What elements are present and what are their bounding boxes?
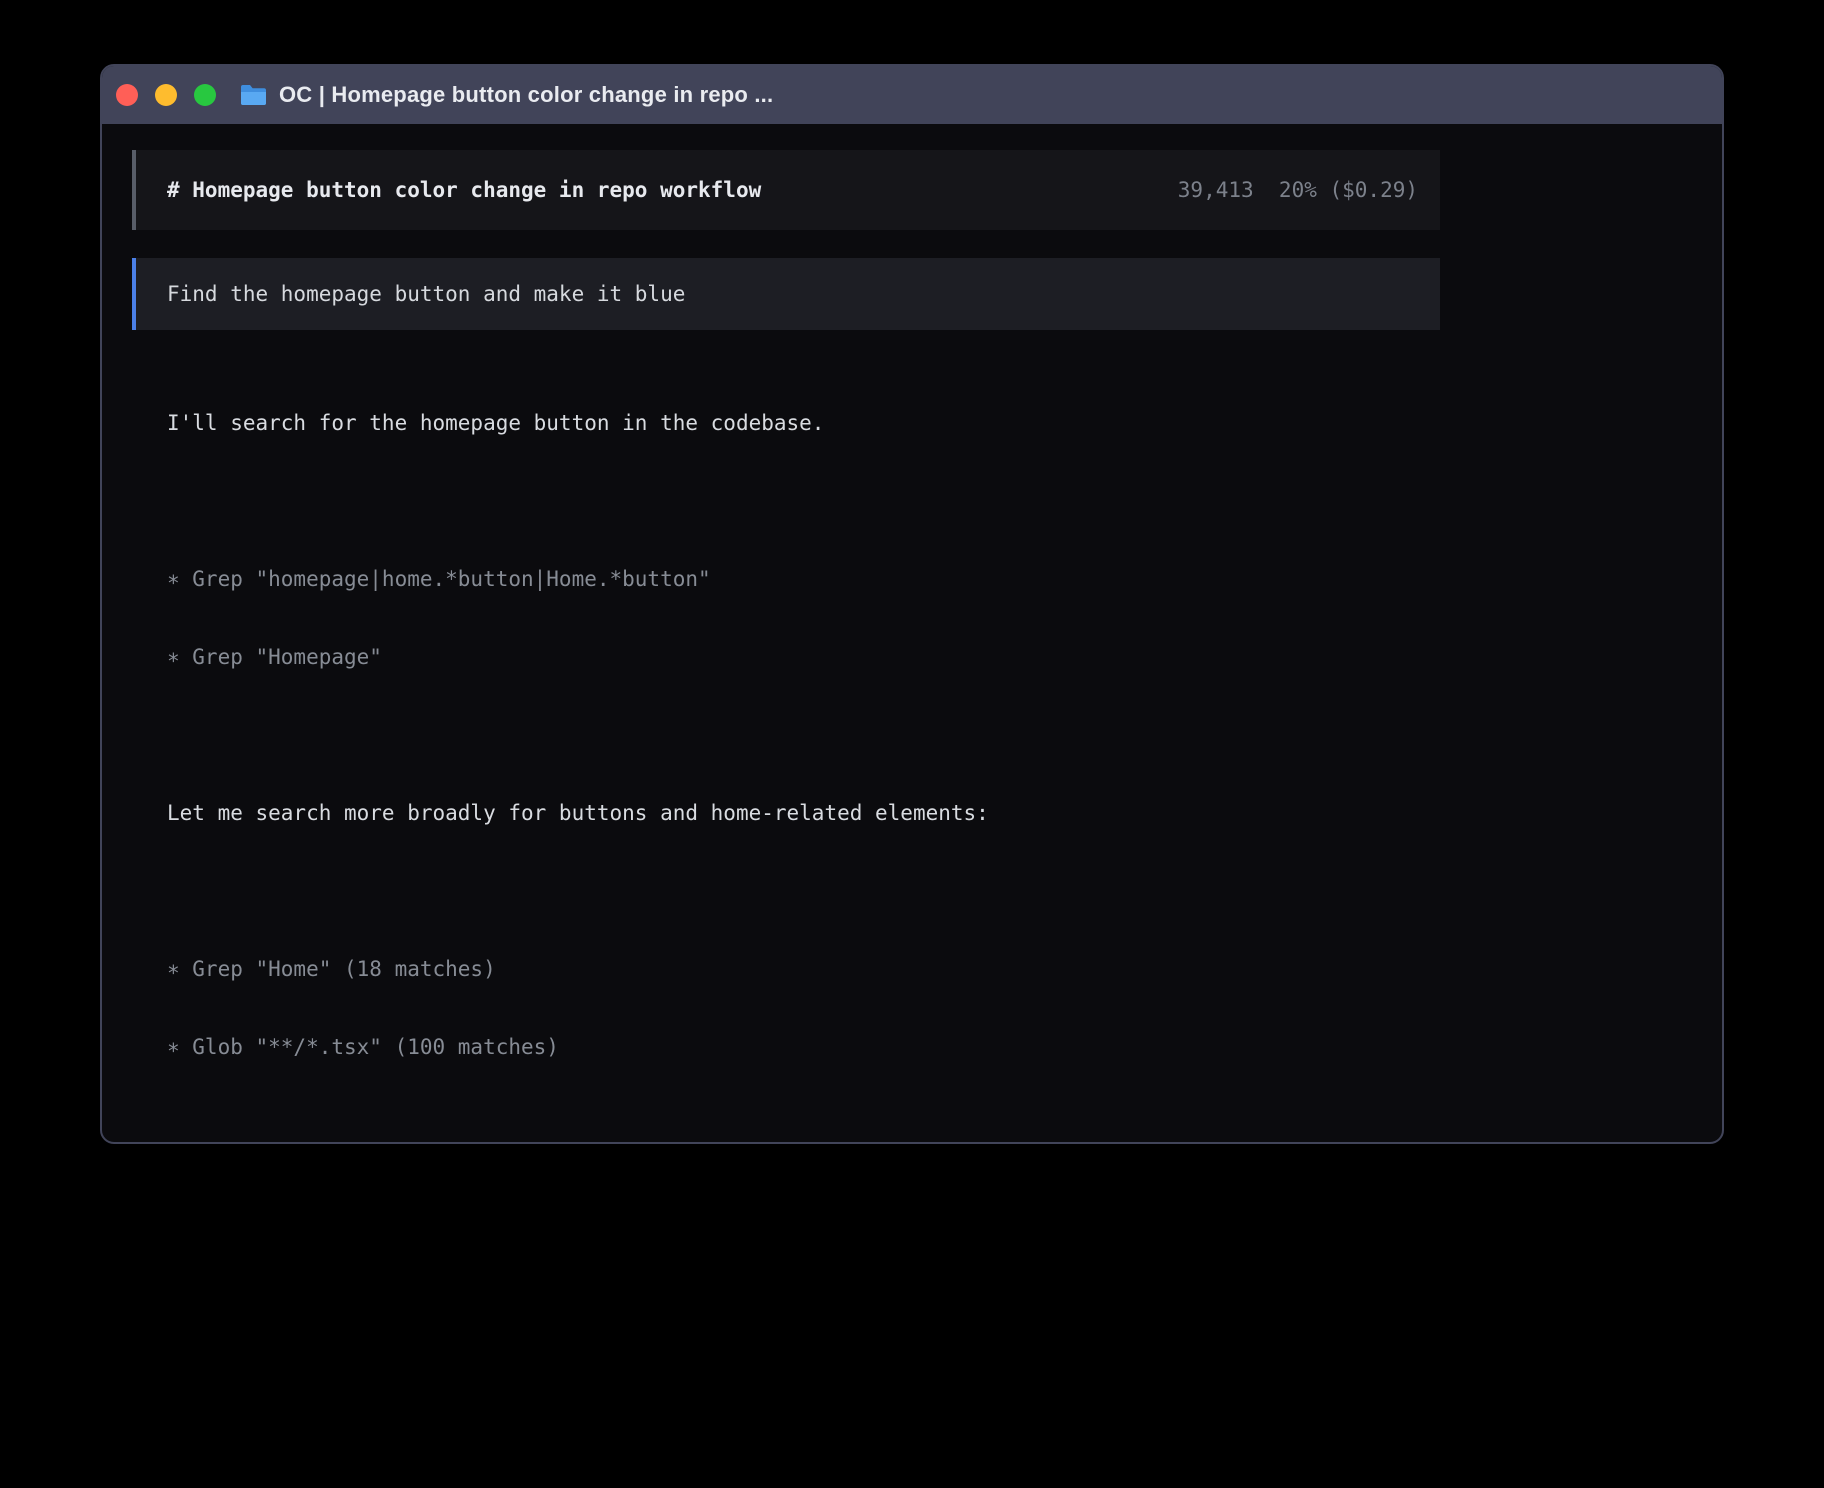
minimize-button[interactable] <box>155 84 177 106</box>
terminal-window: OC | Homepage button color change in rep… <box>100 64 1724 1144</box>
close-button[interactable] <box>116 84 138 106</box>
assistant-text-line: Let me search more broadly for buttons a… <box>167 800 1440 826</box>
zoom-button[interactable] <box>194 84 216 106</box>
tool-call-grep: ∗ Grep "Homepage" <box>167 644 1440 670</box>
tool-call-glob: ∗ Glob "**/*.tsx" (100 matches) <box>167 1034 1440 1060</box>
blank-line <box>167 878 1440 904</box>
user-message: Find the homepage button and make it blu… <box>132 258 1440 330</box>
assistant-text-line: I'll search for the homepage button in t… <box>167 410 1440 436</box>
folder-icon <box>240 84 267 106</box>
user-message-text: Find the homepage button and make it blu… <box>167 281 685 307</box>
session-token-stats: 39,413 20% ($0.29) <box>1178 177 1418 203</box>
blank-line <box>167 1112 1440 1138</box>
assistant-output: I'll search for the homepage button in t… <box>132 358 1440 1144</box>
traffic-lights <box>102 84 216 106</box>
tool-call-grep: ∗ Grep "Home" (18 matches) <box>167 956 1440 982</box>
blank-line <box>167 722 1440 748</box>
desktop: { "window": { "title": "OC | Homepage bu… <box>0 0 1824 1488</box>
tool-call-grep: ∗ Grep "homepage|home.*button|Home.*butt… <box>167 566 1440 592</box>
terminal-content[interactable]: # Homepage button color change in repo w… <box>102 150 1722 1144</box>
window-titlebar[interactable]: OC | Homepage button color change in rep… <box>102 66 1722 124</box>
window-title: OC | Homepage button color change in rep… <box>279 82 773 108</box>
blank-line <box>167 488 1440 514</box>
session-title: # Homepage button color change in repo w… <box>167 177 761 203</box>
session-header: # Homepage button color change in repo w… <box>132 150 1440 230</box>
